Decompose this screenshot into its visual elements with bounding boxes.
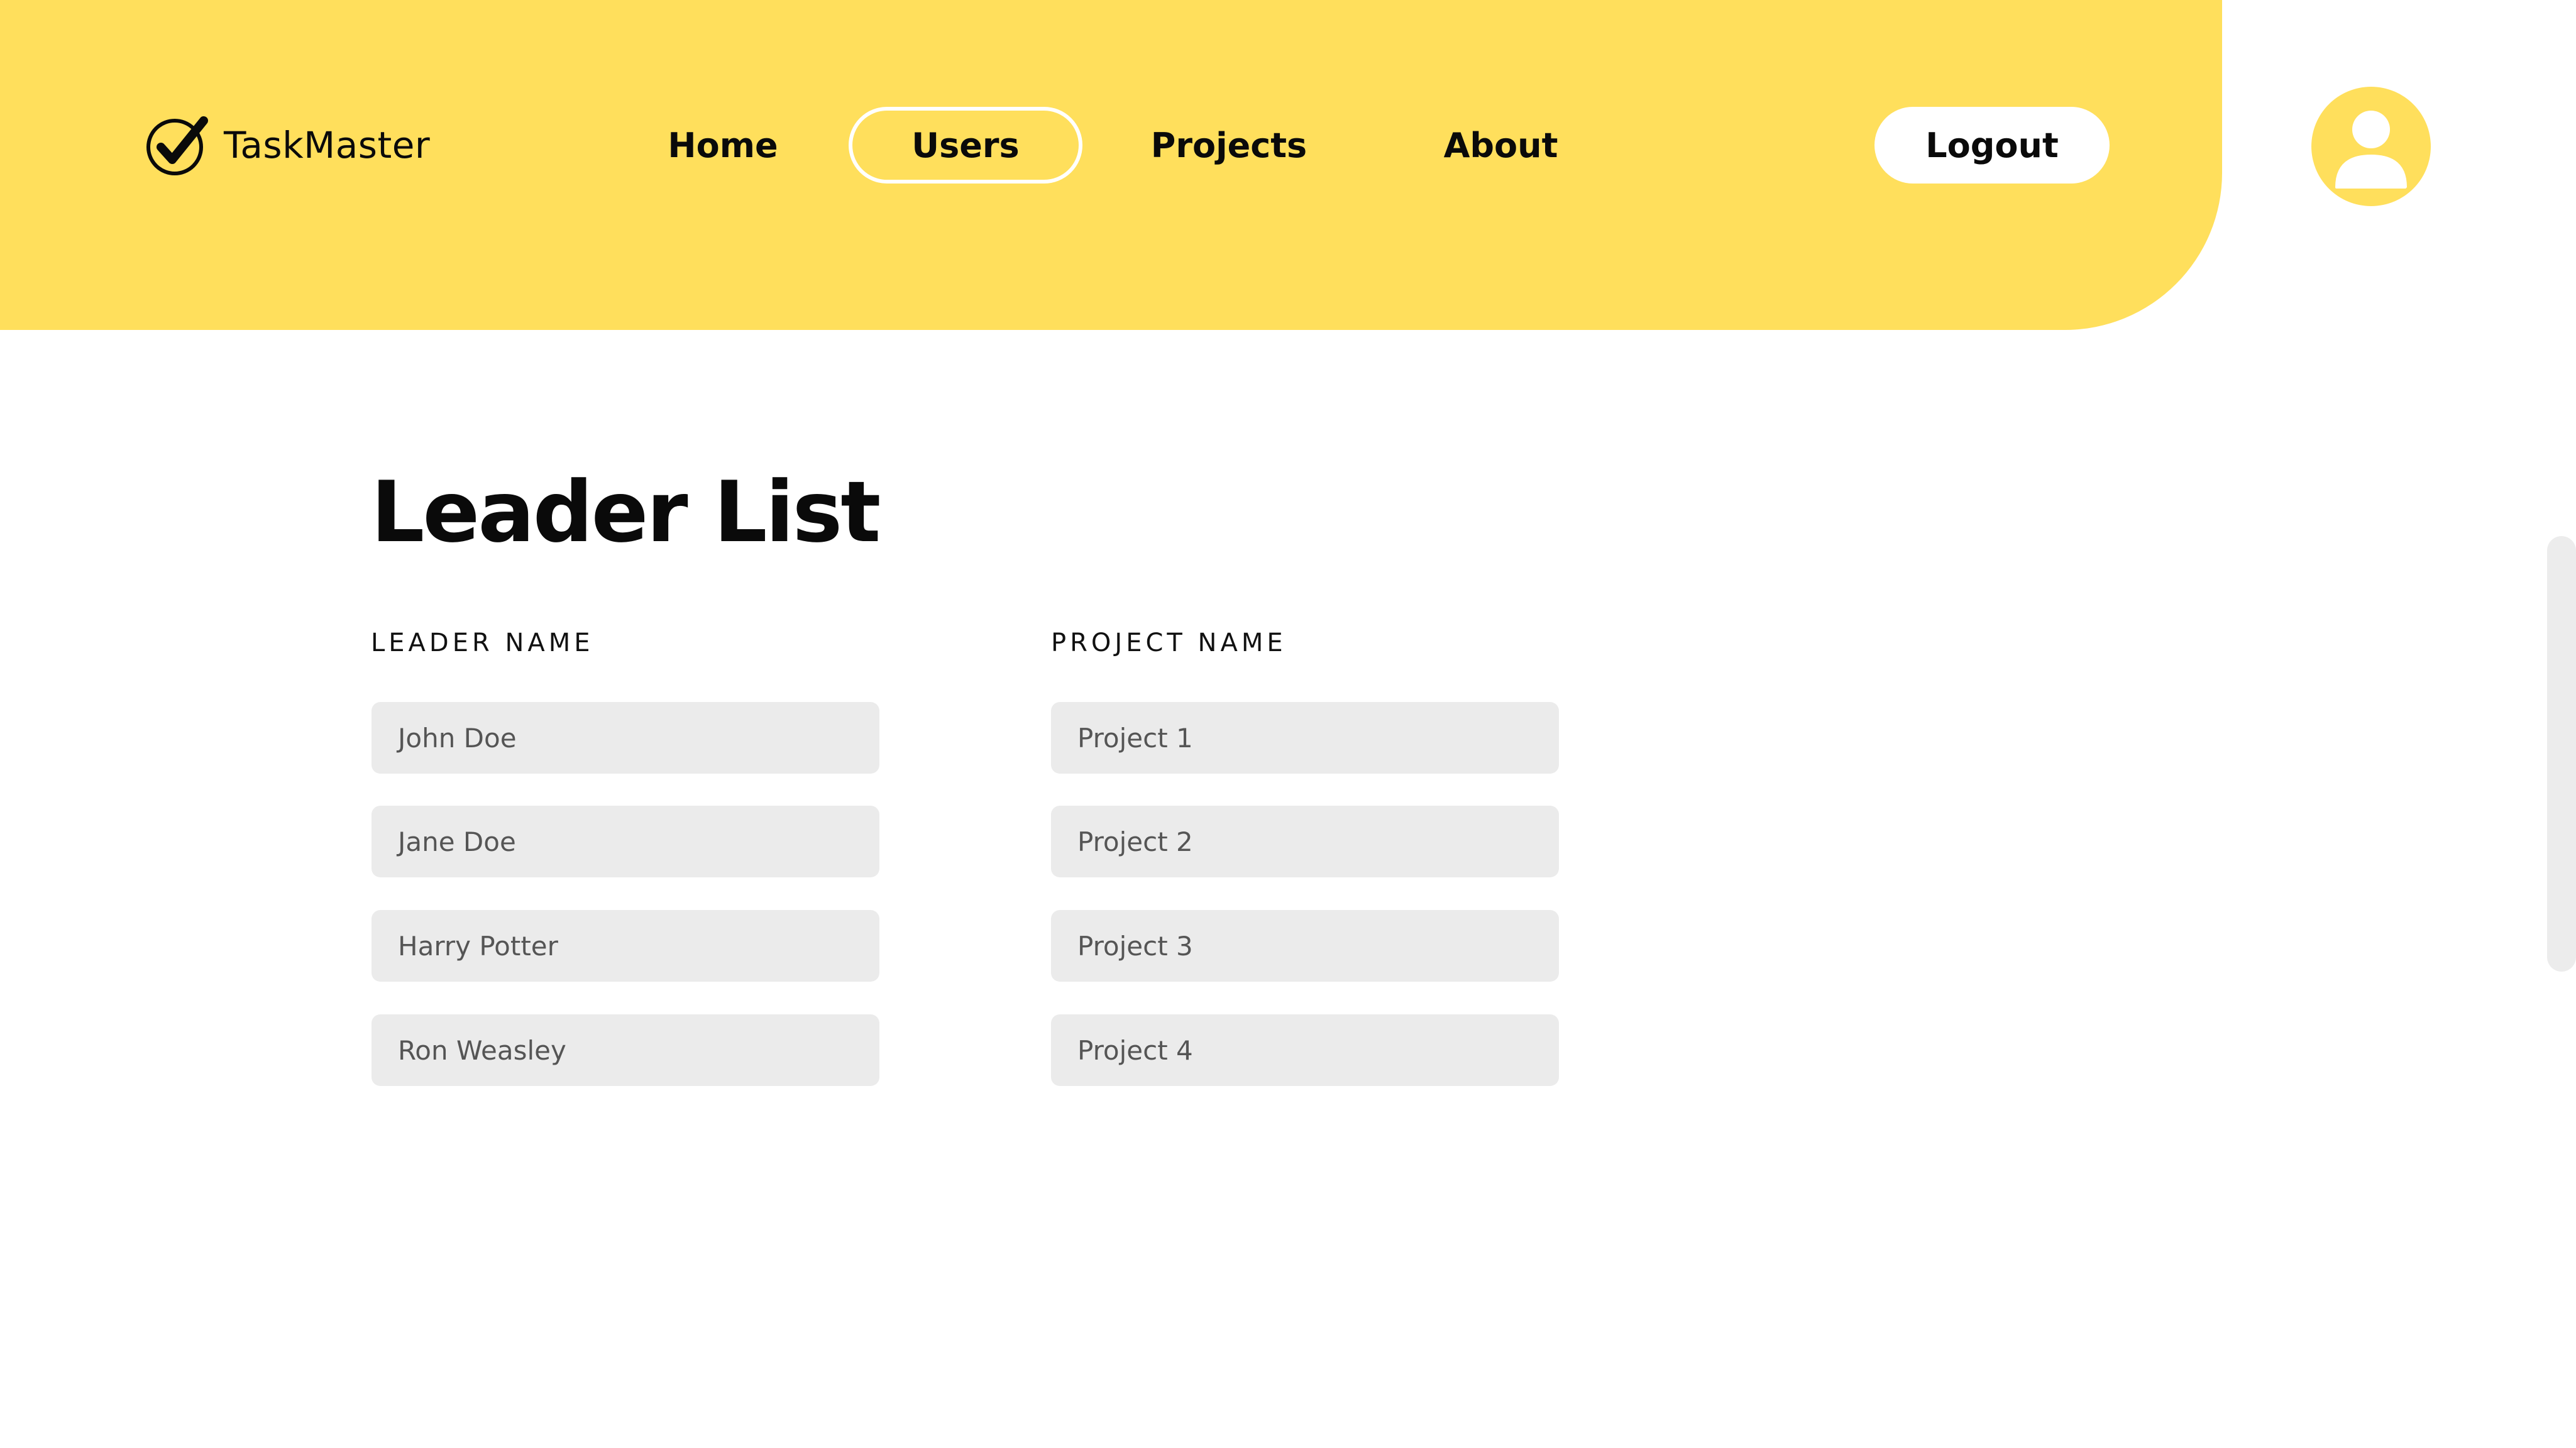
leader-name-column-header: LEADER NAME bbox=[371, 628, 594, 657]
nav-projects[interactable]: Projects bbox=[1131, 107, 1326, 184]
logout-button[interactable]: Logout bbox=[1874, 107, 2110, 184]
page: TaskMaster Home Users Projects About Log… bbox=[0, 0, 2576, 1448]
project-name-cell[interactable]: Project 2 bbox=[1051, 806, 1559, 877]
leader-name-cell[interactable]: Harry Potter bbox=[372, 910, 879, 982]
project-name-cell[interactable]: Project 4 bbox=[1051, 1014, 1559, 1086]
check-circle-icon bbox=[146, 116, 208, 175]
scrollbar[interactable] bbox=[2547, 536, 2576, 972]
project-name-column-header: PROJECT NAME bbox=[1051, 628, 1287, 657]
nav-users[interactable]: Users bbox=[849, 107, 1082, 184]
leader-name-cell[interactable]: Jane Doe bbox=[372, 806, 879, 877]
page-title: Leader List bbox=[371, 463, 881, 561]
project-name-cell[interactable]: Project 3 bbox=[1051, 910, 1559, 982]
project-name-cell[interactable]: Project 1 bbox=[1051, 702, 1559, 774]
leader-name-cell[interactable]: Ron Weasley bbox=[372, 1014, 879, 1086]
nav-about[interactable]: About bbox=[1424, 107, 1578, 184]
nav-home[interactable]: Home bbox=[647, 107, 798, 184]
user-icon bbox=[2335, 111, 2407, 189]
avatar[interactable] bbox=[2311, 87, 2431, 206]
app-name: TaskMaster bbox=[224, 124, 431, 167]
app-logo[interactable]: TaskMaster bbox=[143, 112, 430, 178]
leader-name-cell[interactable]: John Doe bbox=[372, 702, 879, 774]
